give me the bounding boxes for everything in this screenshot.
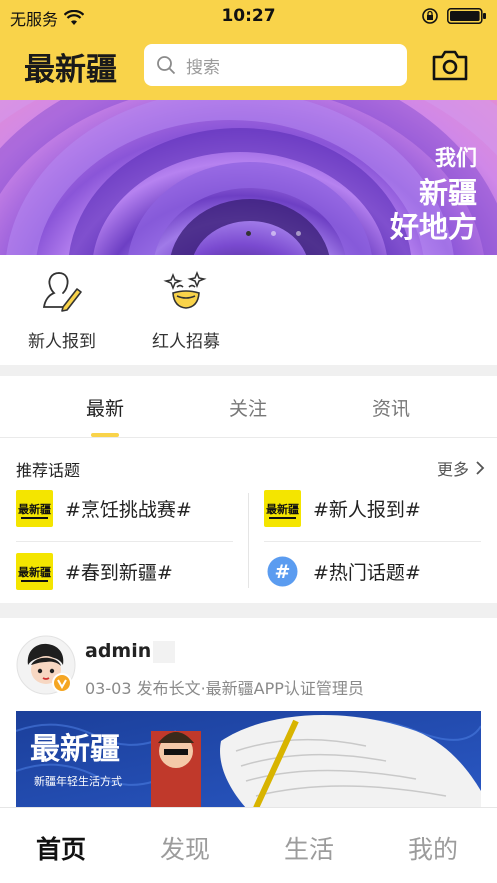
topics-title: 推荐话题 bbox=[16, 461, 81, 480]
svg-text:最新疆: 最新疆 bbox=[18, 502, 51, 516]
svg-text:最新疆: 最新疆 bbox=[266, 502, 299, 516]
camera-icon[interactable] bbox=[431, 48, 469, 82]
banner-pagination bbox=[246, 231, 301, 236]
quick-entry-recruit[interactable]: 红人招募 bbox=[136, 267, 236, 352]
quick-entry-label: 新人报到 bbox=[28, 332, 96, 352]
avatar[interactable] bbox=[16, 635, 76, 695]
pagination-dot[interactable] bbox=[271, 231, 276, 236]
hash-icon: # bbox=[267, 556, 298, 587]
logo-thumb-icon: 最新疆 bbox=[16, 490, 53, 527]
topic-text: #热门话题# bbox=[313, 562, 421, 584]
banner-line-1: 我们 bbox=[435, 146, 477, 170]
post-username[interactable]: admin bbox=[85, 640, 151, 662]
logo-thumb-icon: 最新疆 bbox=[264, 490, 301, 527]
chevron-right-icon bbox=[476, 461, 485, 475]
section-divider bbox=[0, 603, 497, 618]
status-bar: 无服务 10:27 bbox=[0, 0, 497, 32]
status-right bbox=[421, 7, 487, 25]
topics-divider bbox=[248, 493, 249, 588]
topic-item[interactable]: # #热门话题# bbox=[264, 553, 421, 590]
search-icon bbox=[157, 56, 176, 75]
recommended-topics: 推荐话题 更多 最新疆 #烹饪挑战赛# 最新疆 #新人报到# 最新疆 #春到新疆… bbox=[0, 438, 497, 603]
topic-text: #新人报到# bbox=[313, 499, 421, 521]
post-image-subtitle: 新疆年轻生活方式 bbox=[34, 774, 122, 788]
battery-icon bbox=[447, 8, 486, 24]
quick-entries: 新人报到 红人招募 bbox=[0, 255, 497, 365]
nav-discover[interactable]: 发现 bbox=[140, 830, 230, 866]
nav-me[interactable]: 我的 bbox=[388, 830, 478, 866]
topics-more-link[interactable]: 更多 bbox=[437, 456, 485, 480]
post-image-title: 最新疆 bbox=[30, 732, 120, 767]
topic-item[interactable]: 最新疆 #烹饪挑战赛# bbox=[16, 490, 192, 527]
logo-text: 最新疆 bbox=[24, 52, 117, 88]
app-logo: 最新疆 bbox=[24, 52, 117, 88]
topics-more-label: 更多 bbox=[436, 460, 469, 479]
post-cover-image[interactable]: 最新疆 新疆年轻生活方式 bbox=[16, 711, 481, 808]
topic-item[interactable]: 最新疆 #新人报到# bbox=[264, 490, 421, 527]
user-pen-icon bbox=[42, 272, 82, 312]
active-tab-indicator bbox=[91, 433, 119, 437]
user-level-badge bbox=[153, 641, 175, 663]
pagination-dot[interactable] bbox=[246, 231, 251, 236]
top-header: 无服务 10:27 最新疆 搜索 bbox=[0, 0, 497, 100]
bottom-nav: 首页 发现 生活 我的 bbox=[0, 807, 497, 883]
rotation-lock-icon bbox=[422, 8, 438, 24]
topic-item[interactable]: 最新疆 #春到新疆# bbox=[16, 553, 173, 590]
tab-news[interactable]: 资讯 bbox=[341, 394, 441, 421]
svg-text:最新疆: 最新疆 bbox=[18, 565, 51, 579]
nav-home[interactable]: 首页 bbox=[16, 830, 106, 866]
quick-entry-label: 红人招募 bbox=[152, 332, 220, 352]
topic-text: #烹饪挑战赛# bbox=[65, 499, 192, 521]
star-face-icon bbox=[163, 270, 207, 309]
feed-tabs: 最新 关注 资讯 bbox=[0, 376, 497, 438]
search-placeholder: 搜索 bbox=[186, 57, 220, 78]
pagination-dot[interactable] bbox=[296, 231, 301, 236]
topics-row-divider bbox=[16, 541, 233, 542]
logo-thumb-icon: 最新疆 bbox=[16, 553, 53, 590]
post-card[interactable]: admin 03-03 发布长文·最新疆APP认证管理员 最新疆 新疆年轻生活方… bbox=[0, 618, 497, 808]
post-meta: 03-03 发布长文·最新疆APP认证管理员 bbox=[85, 679, 364, 698]
svg-text:#: # bbox=[275, 561, 291, 583]
tab-following[interactable]: 关注 bbox=[198, 394, 298, 421]
topics-row-divider bbox=[264, 541, 481, 542]
section-divider bbox=[0, 365, 497, 376]
quick-entry-newcomer[interactable]: 新人报到 bbox=[12, 267, 112, 352]
post-cover-art: 最新疆 新疆年轻生活方式 bbox=[16, 711, 481, 808]
tab-latest[interactable]: 最新 bbox=[55, 394, 155, 421]
topic-text: #春到新疆# bbox=[65, 562, 173, 584]
banner-line-3: 好地方 bbox=[389, 210, 477, 244]
nav-life[interactable]: 生活 bbox=[264, 830, 354, 866]
search-input[interactable]: 搜索 bbox=[144, 44, 407, 86]
